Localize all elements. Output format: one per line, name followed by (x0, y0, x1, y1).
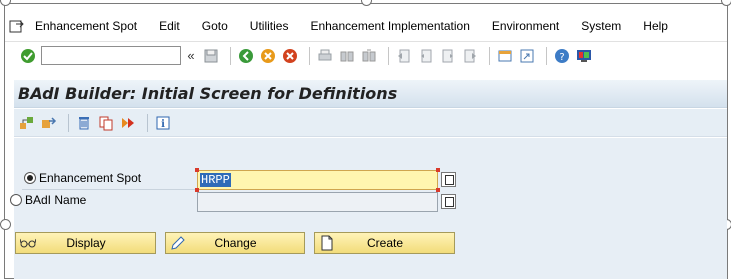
menu-help[interactable]: Help (643, 19, 668, 33)
create-button-label: Create (366, 236, 404, 250)
toolbar-separator (68, 113, 69, 132)
field-selection-corner (195, 168, 199, 172)
standard-toolbar: « ? (5, 41, 727, 69)
resize-handle-left[interactable] (0, 219, 11, 230)
value-help-icon[interactable] (441, 194, 456, 209)
svg-text:i: i (161, 119, 165, 130)
toolbar-separator (309, 46, 310, 65)
enhancement-spot-radio[interactable] (24, 172, 36, 184)
enhancement-spot-label: Enhancement Spot (39, 171, 142, 185)
resize-handle-top-left[interactable] (0, 0, 11, 6)
information-icon[interactable]: i (154, 114, 172, 132)
copy-icon[interactable] (97, 114, 115, 132)
command-field[interactable] (41, 46, 181, 65)
print-icon[interactable] (316, 47, 334, 65)
display-button[interactable]: Display (15, 232, 156, 254)
application-toolbar: i (14, 109, 727, 137)
enhancement-spot-value: HRPP (200, 173, 231, 187)
glasses-icon (19, 234, 37, 252)
first-page-icon[interactable] (395, 47, 413, 65)
generate-shortcut-icon[interactable] (518, 47, 536, 65)
menu-enhancement-spot[interactable]: Enhancement Spot (35, 19, 137, 33)
enhancement-spot-input[interactable]: HRPP (197, 170, 438, 190)
menu-edit[interactable]: Edit (159, 19, 180, 33)
menu-enhancement-implementation[interactable]: Enhancement Implementation (310, 19, 469, 33)
next-page-icon[interactable] (439, 47, 457, 65)
menu-environment[interactable]: Environment (492, 19, 559, 33)
delete-icon[interactable] (75, 114, 93, 132)
toolbar-separator (388, 46, 389, 65)
enter-check-icon[interactable] (19, 47, 37, 65)
back-icon[interactable] (237, 47, 255, 65)
toolbar-separator (230, 46, 231, 65)
title-bar: BAdI Builder: Initial Screen for Definit… (14, 80, 727, 108)
toolbar-separator (489, 46, 490, 65)
menu-system[interactable]: System (581, 19, 621, 33)
page-title: BAdI Builder: Initial Screen for Definit… (18, 84, 398, 103)
create-button[interactable]: Create (314, 232, 455, 254)
value-help-icon[interactable] (441, 172, 456, 187)
previous-page-icon[interactable] (417, 47, 435, 65)
save-icon[interactable] (202, 47, 220, 65)
change-button[interactable]: Change (165, 232, 305, 254)
new-session-icon[interactable] (496, 47, 514, 65)
menu-goto[interactable]: Goto (202, 19, 228, 33)
toolbar-separator (147, 113, 148, 132)
rename-icon[interactable] (119, 114, 137, 132)
row-underline (22, 189, 197, 190)
badi-name-row: BAdI Name (10, 193, 185, 207)
new-document-icon (318, 234, 336, 252)
radio-selected-dot (27, 175, 33, 181)
menu-utilities[interactable]: Utilities (250, 19, 289, 33)
toolbar-separator (546, 46, 547, 65)
customize-layout-icon[interactable] (575, 47, 593, 65)
display-change-icon[interactable] (40, 114, 58, 132)
badi-name-label: BAdI Name (25, 193, 87, 207)
find-icon[interactable] (338, 47, 356, 65)
help-icon[interactable]: ? (553, 47, 571, 65)
cancel-icon[interactable] (281, 47, 299, 65)
svg-text:?: ? (559, 52, 564, 63)
display-button-label: Display (66, 236, 106, 250)
chevron-double-left-icon[interactable]: « (182, 47, 200, 65)
other-object-icon[interactable] (18, 114, 36, 132)
field-selection-corner (436, 168, 440, 172)
exit-menu-icon[interactable] (9, 18, 25, 34)
badi-name-radio[interactable] (10, 194, 22, 206)
badi-name-input[interactable] (197, 192, 438, 212)
resize-handle-top-right[interactable] (721, 0, 731, 6)
find-next-icon[interactable] (360, 47, 378, 65)
menu-bar: Enhancement Spot Edit Goto Utilities Enh… (5, 14, 727, 38)
resize-handle-top[interactable] (361, 0, 372, 6)
main-area: Enhancement Spot HRPP BAdI Name Display … (10, 138, 727, 279)
last-page-icon[interactable] (461, 47, 479, 65)
pencil-icon (169, 234, 187, 252)
change-button-label: Change (214, 236, 257, 250)
exit-icon[interactable] (259, 47, 277, 65)
enhancement-spot-row: Enhancement Spot (24, 171, 199, 185)
